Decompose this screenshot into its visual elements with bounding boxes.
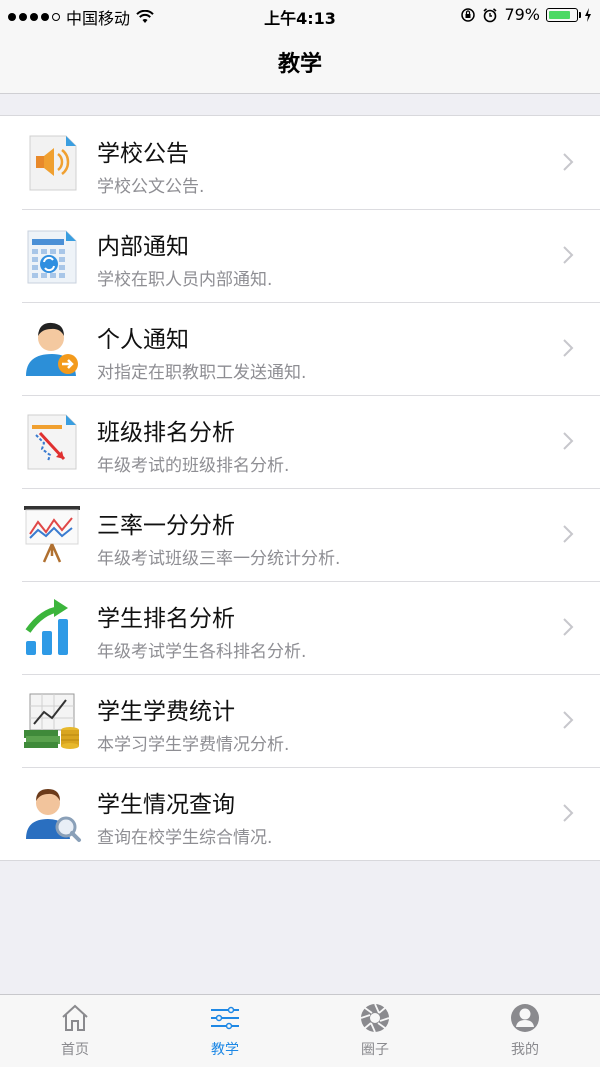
menu-list: 学校公告 学校公文公告. 内部通知 学校在职人员内部通知. 个人通知 对指定在职… xyxy=(0,115,600,861)
list-item-internal-notice[interactable]: 内部通知 学校在职人员内部通知. xyxy=(0,209,600,302)
list-item-title: 学校公告 xyxy=(97,141,189,167)
list-item-student-ranking[interactable]: 学生排名分析 年级考试学生各科排名分析. xyxy=(0,581,600,674)
alarm-icon xyxy=(483,7,497,22)
tab-label: 我的 xyxy=(511,1042,539,1058)
nav-bar: 教学 xyxy=(0,30,600,94)
list-item-title: 三率一分分析 xyxy=(97,513,235,539)
list-item-subtitle: 年级考试学生各科排名分析. xyxy=(97,642,307,662)
tab-bar: 首页 教学 圈子 我的 xyxy=(0,994,600,1067)
home-icon xyxy=(62,1004,88,1031)
list-item-subtitle: 对指定在职教职工发送通知. xyxy=(97,363,307,383)
aperture-icon xyxy=(360,1003,390,1033)
chevron-right-icon xyxy=(563,339,574,357)
sliders-icon xyxy=(211,1006,239,1030)
tab-circle[interactable]: 圈子 xyxy=(300,995,450,1067)
chart-doc-icon xyxy=(27,414,77,470)
battery-percent: 79% xyxy=(504,5,540,24)
list-item-title: 内部通知 xyxy=(97,234,189,260)
page-title: 教学 xyxy=(277,52,322,77)
battery-icon xyxy=(546,7,581,22)
chevron-right-icon xyxy=(563,618,574,636)
list-item-title: 学生学费统计 xyxy=(97,699,235,725)
list-item-title: 学生情况查询 xyxy=(97,792,235,818)
chevron-right-icon xyxy=(563,246,574,264)
tab-label: 教学 xyxy=(211,1042,239,1058)
chevron-right-icon xyxy=(563,432,574,450)
list-item-tuition-stats[interactable]: 学生学费统计 本学习学生学费情况分析. xyxy=(0,674,600,767)
user-search-icon xyxy=(26,789,81,842)
chevron-right-icon xyxy=(563,804,574,822)
list-item-title: 学生排名分析 xyxy=(97,606,235,632)
tab-home[interactable]: 首页 xyxy=(0,995,150,1067)
calendar-refresh-icon xyxy=(27,230,77,284)
chevron-right-icon xyxy=(563,153,574,171)
list-item-three-rates-analysis[interactable]: 三率一分分析 年级考试班级三率一分统计分析. xyxy=(0,488,600,581)
list-item-subtitle: 年级考试的班级排名分析. xyxy=(97,456,290,476)
tab-mine[interactable]: 我的 xyxy=(450,995,600,1067)
list-item-personal-notice[interactable]: 个人通知 对指定在职教职工发送通知. xyxy=(0,302,600,395)
tab-teaching[interactable]: 教学 xyxy=(150,995,300,1067)
money-chart-icon xyxy=(24,693,79,749)
tab-label: 圈子 xyxy=(361,1042,389,1058)
person-icon xyxy=(511,1004,539,1032)
list-item-title: 班级排名分析 xyxy=(97,420,235,446)
list-item-student-query[interactable]: 学生情况查询 查询在校学生综合情况. xyxy=(0,767,600,860)
orientation-lock-icon xyxy=(461,7,476,22)
list-item-subtitle: 年级考试班级三率一分统计分析. xyxy=(97,549,341,569)
bar-arrow-icon xyxy=(25,599,68,655)
list-item-subtitle: 本学习学生学费情况分析. xyxy=(97,735,290,755)
easel-chart-icon xyxy=(24,506,80,563)
charging-bolt-icon xyxy=(585,7,591,22)
list-item-title: 个人通知 xyxy=(97,327,189,353)
tab-label: 首页 xyxy=(61,1042,89,1058)
speaker-doc-icon xyxy=(29,135,77,191)
list-item-class-ranking[interactable]: 班级排名分析 年级考试的班级排名分析. xyxy=(0,395,600,488)
list-item-school-announcement[interactable]: 学校公告 学校公文公告. xyxy=(0,116,600,209)
list-item-subtitle: 学校在职人员内部通知. xyxy=(97,270,273,290)
status-right: 79% xyxy=(460,5,592,24)
chevron-right-icon xyxy=(563,525,574,543)
status-bar: 中国移动 上午4:13 79% xyxy=(0,0,600,30)
chevron-right-icon xyxy=(563,711,574,729)
list-item-subtitle: 学校公文公告. xyxy=(97,177,205,197)
user-arrow-icon xyxy=(26,322,78,376)
list-item-subtitle: 查询在校学生综合情况. xyxy=(97,828,273,848)
